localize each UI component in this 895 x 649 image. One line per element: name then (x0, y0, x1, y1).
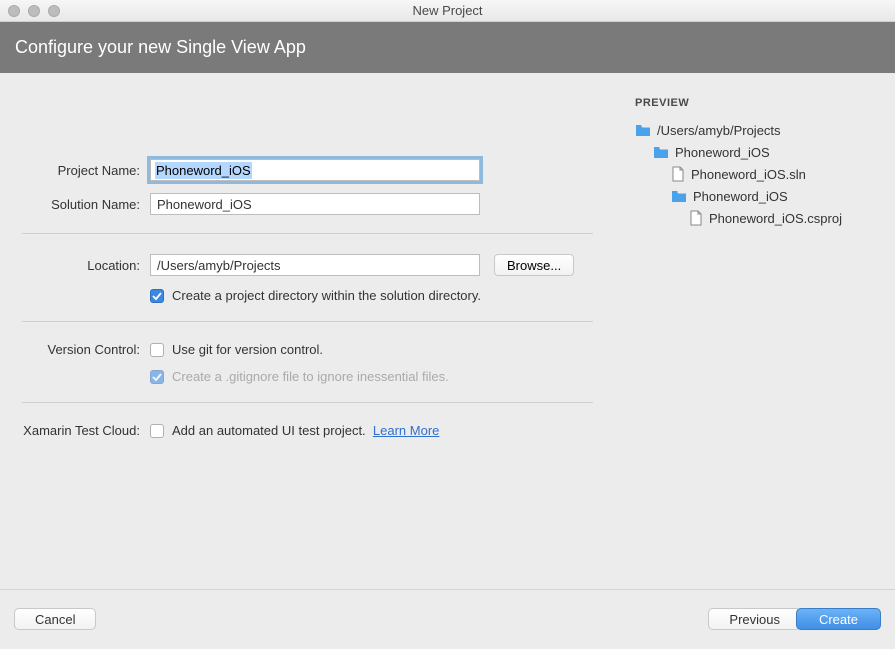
folder-icon (653, 145, 669, 159)
divider (22, 233, 593, 234)
project-name-selected-text: Phoneword_iOS (155, 162, 252, 179)
preview-tree: /Users/amyb/Projects Phoneword_iOS Phone… (633, 119, 885, 229)
wizard-title: Configure your new Single View App (15, 37, 306, 58)
cancel-button[interactable]: Cancel (14, 608, 96, 630)
folder-icon (635, 123, 651, 137)
test-cloud-label: Xamarin Test Cloud: (0, 423, 150, 438)
solution-name-label: Solution Name: (0, 197, 150, 212)
create-dir-label: Create a project directory within the so… (172, 288, 481, 303)
version-control-label: Version Control: (0, 342, 150, 357)
file-icon (671, 166, 685, 182)
learn-more-link[interactable]: Learn More (373, 423, 439, 438)
titlebar: New Project (0, 0, 895, 22)
add-test-label: Add an automated UI test project. (172, 423, 366, 438)
project-name-label: Project Name: (0, 163, 150, 178)
solution-name-field[interactable] (150, 193, 480, 215)
window-title: New Project (0, 3, 895, 18)
gitignore-label: Create a .gitignore file to ignore iness… (172, 369, 449, 384)
divider (22, 402, 593, 403)
tree-folder: Phoneword_iOS (633, 141, 885, 163)
location-label: Location: (0, 258, 150, 273)
tree-folder: Phoneword_iOS (633, 185, 885, 207)
add-test-checkbox[interactable] (150, 424, 164, 438)
folder-icon (671, 189, 687, 203)
previous-button[interactable]: Previous (708, 608, 801, 630)
divider (22, 321, 593, 322)
use-git-checkbox[interactable] (150, 343, 164, 357)
create-button[interactable]: Create (796, 608, 881, 630)
preview-panel: PREVIEW /Users/amyb/Projects Phoneword_i… (623, 73, 895, 589)
browse-button[interactable]: Browse... (494, 254, 574, 276)
use-git-label: Use git for version control. (172, 342, 323, 357)
tree-file: Phoneword_iOS.csproj (633, 207, 885, 229)
create-dir-checkbox[interactable] (150, 289, 164, 303)
file-icon (689, 210, 703, 226)
tree-file: Phoneword_iOS.sln (633, 163, 885, 185)
preview-heading: PREVIEW (633, 93, 885, 119)
wizard-header: Configure your new Single View App (0, 22, 895, 73)
gitignore-checkbox (150, 370, 164, 384)
project-name-field[interactable]: Phoneword_iOS (150, 159, 480, 181)
footer: Cancel Previous Create (0, 589, 895, 647)
location-field[interactable] (150, 254, 480, 276)
tree-folder: /Users/amyb/Projects (633, 119, 885, 141)
